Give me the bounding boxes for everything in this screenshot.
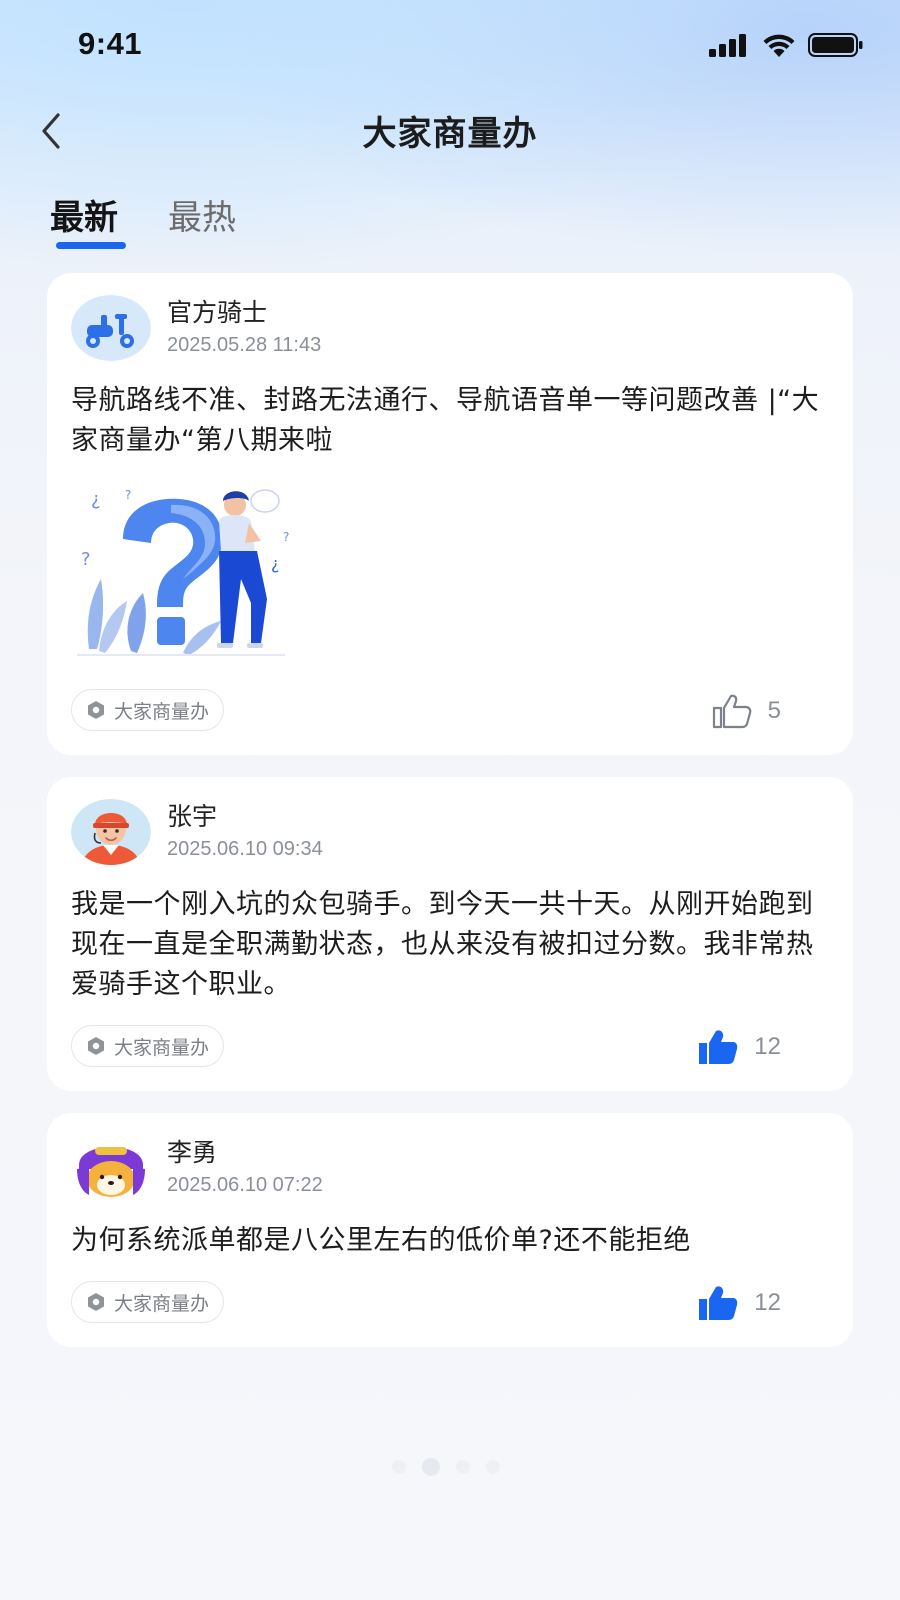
like-button[interactable]: 12 bbox=[698, 1281, 781, 1325]
svg-text:?: ? bbox=[81, 549, 91, 570]
status-icons bbox=[708, 30, 864, 60]
thumbs-up-filled-icon bbox=[698, 1285, 738, 1321]
like-count: 12 bbox=[754, 1289, 781, 1316]
post-time: 2025.06.10 09:34 bbox=[167, 838, 323, 860]
page-dot bbox=[486, 1460, 500, 1474]
hexagon-icon bbox=[86, 1292, 106, 1312]
author-name[interactable]: 官方骑士 bbox=[167, 297, 321, 329]
tab-label: 最热 bbox=[168, 198, 236, 238]
page-dot bbox=[456, 1460, 470, 1474]
post-header: 官方骑士 2025.05.28 11:43 bbox=[71, 293, 829, 363]
status-time: 9:41 bbox=[78, 26, 143, 61]
status-bar: 9:41 bbox=[0, 0, 900, 90]
post-footer: 大家商量办 12 bbox=[71, 1025, 829, 1069]
page-indicator bbox=[392, 1458, 500, 1476]
tab-bar: 最新 最热 bbox=[50, 190, 236, 260]
svg-text:¿: ¿ bbox=[91, 489, 101, 510]
signal-icon bbox=[709, 34, 746, 57]
question-mark-illustration[interactable]: ¿ ? ? ? ¿ bbox=[71, 479, 301, 669]
topic-tag[interactable]: 大家商量办 bbox=[71, 1281, 225, 1323]
post-feed: 官方骑士 2025.05.28 11:43 导航路线不准、封路无法通行、导航语音… bbox=[47, 273, 853, 1369]
svg-text:¿: ¿ bbox=[271, 554, 280, 573]
nav-bar: 大家商量办 bbox=[0, 96, 900, 166]
tab-hot[interactable]: 最热 bbox=[168, 190, 236, 260]
tag-label: 大家商量办 bbox=[114, 1292, 210, 1315]
page-dot bbox=[392, 1460, 406, 1474]
topic-tag[interactable]: 大家商量办 bbox=[71, 689, 225, 731]
post-content[interactable]: 为何系统派单都是八公里左右的低价单?还不能拒绝 bbox=[71, 1221, 829, 1261]
tag-label: 大家商量办 bbox=[114, 1036, 210, 1059]
like-button[interactable]: 5 bbox=[712, 689, 781, 733]
post-card[interactable]: 张宇 2025.06.10 09:34 我是一个刚入坑的众包骑手。到今天一共十天… bbox=[47, 777, 853, 1091]
post-card[interactable]: 李勇 2025.06.10 07:22 为何系统派单都是八公里左右的低价单?还不… bbox=[47, 1113, 853, 1347]
hexagon-icon bbox=[86, 1036, 106, 1056]
hexagon-icon bbox=[86, 700, 106, 720]
author-meta: 张宇 2025.06.10 09:34 bbox=[167, 801, 323, 863]
post-time: 2025.06.10 07:22 bbox=[167, 1174, 323, 1196]
wifi-icon bbox=[763, 34, 795, 57]
thumbs-up-filled-icon bbox=[698, 1029, 738, 1065]
tab-latest[interactable]: 最新 bbox=[50, 190, 126, 260]
post-time: 2025.05.28 11:43 bbox=[167, 334, 322, 356]
thumbs-up-outline-icon bbox=[712, 693, 752, 729]
courier-avatar[interactable] bbox=[71, 799, 151, 865]
post-header: 张宇 2025.06.10 09:34 bbox=[71, 797, 829, 867]
page-title: 大家商量办 bbox=[362, 114, 538, 154]
tab-label: 最新 bbox=[50, 198, 118, 238]
post-content[interactable]: 导航路线不准、封路无法通行、导航语音单一等问题改善 |“大家商量办“第八期来啦 bbox=[71, 381, 829, 461]
svg-text:?: ? bbox=[125, 488, 131, 502]
like-count: 12 bbox=[754, 1033, 781, 1060]
scooter-avatar[interactable] bbox=[71, 295, 151, 361]
tab-active-indicator bbox=[56, 242, 126, 249]
post-content[interactable]: 我是一个刚入坑的众包骑手。到今天一共十天。从刚开始跑到现在一直是全职满勤状态，也… bbox=[71, 885, 829, 1005]
page-dot-active bbox=[422, 1458, 440, 1476]
author-meta: 官方骑士 2025.05.28 11:43 bbox=[167, 297, 321, 359]
like-button[interactable]: 12 bbox=[698, 1025, 781, 1069]
tag-label: 大家商量办 bbox=[114, 700, 210, 723]
author-name[interactable]: 李勇 bbox=[167, 1137, 323, 1169]
post-footer: 大家商量办 5 bbox=[71, 689, 829, 733]
post-footer: 大家商量办 12 bbox=[71, 1281, 829, 1325]
post-header: 李勇 2025.06.10 07:22 bbox=[71, 1133, 829, 1203]
post-card[interactable]: 官方骑士 2025.05.28 11:43 导航路线不准、封路无法通行、导航语音… bbox=[47, 273, 853, 755]
author-meta: 李勇 2025.06.10 07:22 bbox=[167, 1137, 323, 1199]
battery-icon bbox=[808, 33, 863, 57]
like-count: 5 bbox=[767, 697, 781, 724]
shiba-rider-avatar[interactable] bbox=[71, 1135, 151, 1201]
svg-text:?: ? bbox=[283, 530, 289, 544]
topic-tag[interactable]: 大家商量办 bbox=[71, 1025, 225, 1067]
author-name[interactable]: 张宇 bbox=[167, 801, 323, 833]
